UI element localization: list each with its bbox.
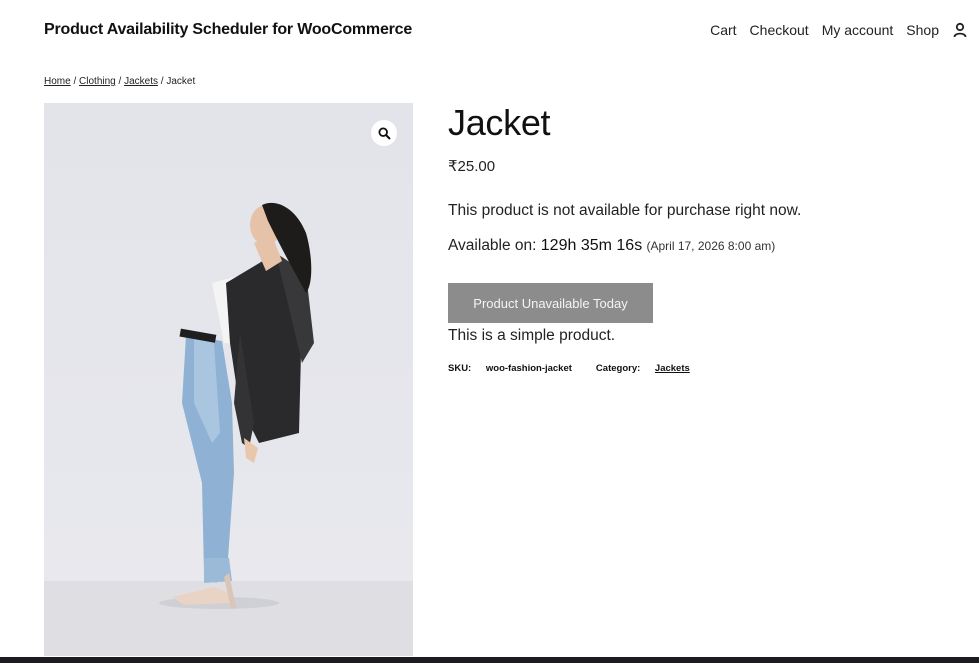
availability-notice: This product is not available for purcha… <box>448 202 802 219</box>
breadcrumb-jackets[interactable]: Jackets <box>124 76 158 87</box>
breadcrumb-separator: / <box>70 76 80 87</box>
countdown-timer: 129h 35m 16s <box>540 237 643 254</box>
breadcrumb-current: Jacket <box>166 76 196 87</box>
product-summary: Jacket ₹25.00 This product is not availa… <box>448 101 801 374</box>
primary-nav: Cart Checkout My account Shop <box>710 22 967 38</box>
zoom-button[interactable] <box>371 120 397 146</box>
product-unavailable-button[interactable]: Product Unavailable Today <box>448 283 653 323</box>
user-icon[interactable] <box>953 22 967 38</box>
bottom-bar <box>0 657 979 663</box>
category-wrapper: Category: Jackets <box>596 363 690 374</box>
sku-value: woo-fashion-jacket <box>485 363 572 374</box>
breadcrumb-home[interactable]: Home <box>44 76 71 87</box>
availability-countdown-line: Available on: 129h 35m 16s (April 17, 20… <box>448 237 775 255</box>
category-label: Category: <box>595 363 643 374</box>
available-label: Available on: <box>448 237 541 254</box>
breadcrumb-separator: / <box>115 76 125 87</box>
product-image[interactable] <box>44 103 413 656</box>
breadcrumb: Home / Clothing / Jackets / Jacket <box>44 76 195 87</box>
breadcrumb-clothing[interactable]: Clothing <box>79 76 116 87</box>
product-title: Jacket <box>448 102 551 143</box>
site-title[interactable]: Product Availability Scheduler for WooCo… <box>44 21 412 39</box>
nav-cart[interactable]: Cart <box>710 22 736 38</box>
magnifier-icon <box>377 126 391 140</box>
sku-wrapper: SKU: woo-fashion-jacket <box>448 363 584 374</box>
short-description: This is a simple product. <box>448 327 616 344</box>
product-price: ₹25.00 <box>448 158 496 175</box>
product-meta: SKU: woo-fashion-jacket Category: Jackets <box>448 363 702 374</box>
available-date: (April 17, 2026 8:00 am) <box>646 239 776 253</box>
sku-label: SKU: <box>448 363 474 374</box>
nav-shop[interactable]: Shop <box>906 22 939 38</box>
nav-checkout[interactable]: Checkout <box>750 22 809 38</box>
nav-my-account[interactable]: My account <box>822 22 894 38</box>
category-link[interactable]: Jackets <box>655 363 690 374</box>
